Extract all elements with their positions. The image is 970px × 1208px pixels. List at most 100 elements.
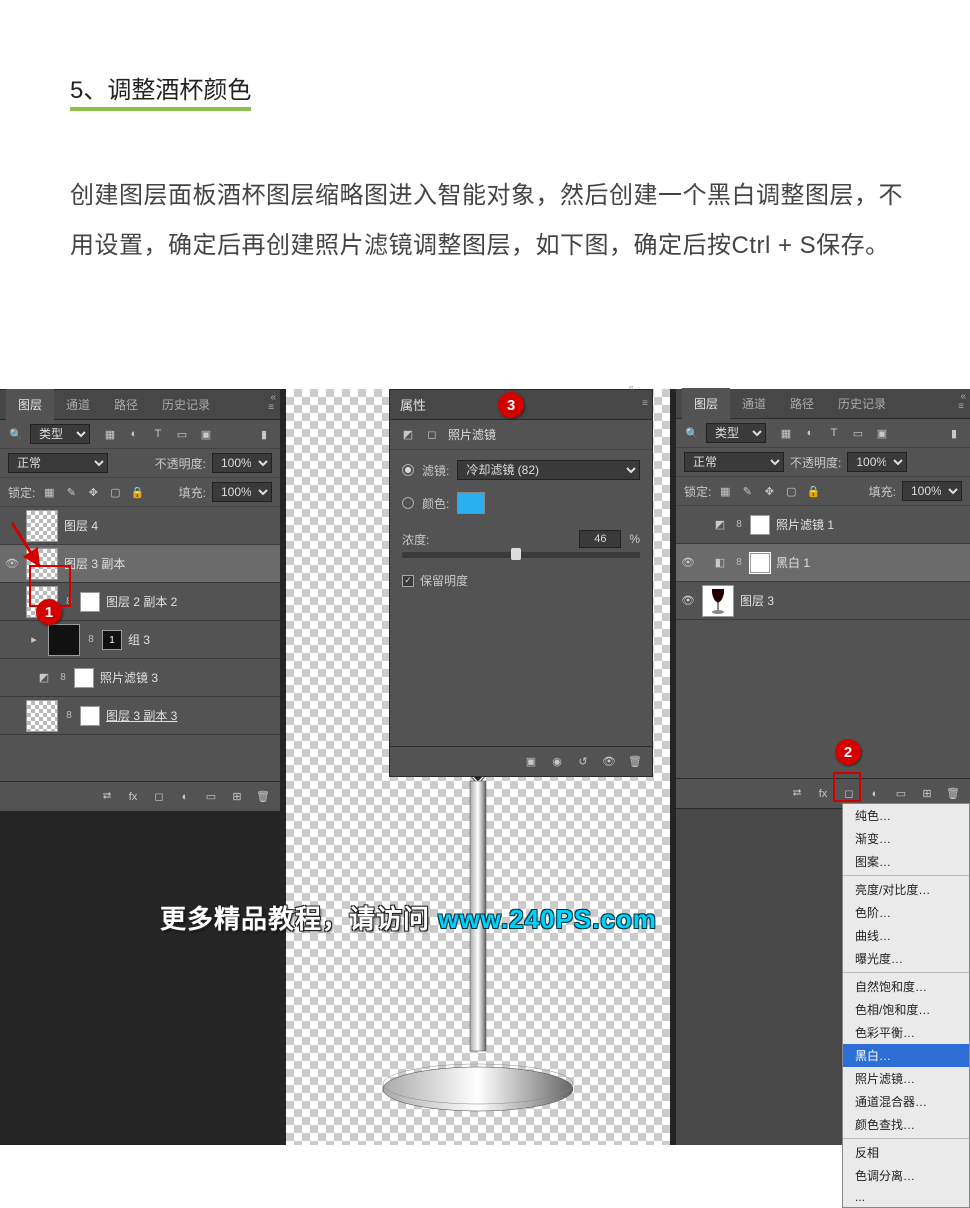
filter-image-icon[interactable]: ▦ — [778, 425, 794, 441]
menu-item[interactable]: 色调分离… — [843, 1164, 969, 1187]
layer-item[interactable]: 8 图层 3 副本 3 — [0, 697, 280, 735]
menu-item[interactable]: 反相 — [843, 1141, 969, 1164]
fx-icon[interactable]: fx — [816, 787, 830, 801]
filter-shape-icon[interactable]: ▭ — [174, 426, 190, 442]
menu-item[interactable]: 渐变… — [843, 827, 969, 850]
mask-thumbnail[interactable] — [80, 592, 100, 612]
lock-all-icon[interactable]: 🔒 — [129, 484, 145, 500]
adjustment-layer-icon[interactable]: ◐ — [178, 790, 192, 804]
density-value[interactable]: 46 — [579, 530, 621, 548]
filter-toggle-icon[interactable]: ▮ — [946, 425, 962, 441]
lock-artboard-icon[interactable]: ▢ — [107, 484, 123, 500]
tab-paths[interactable]: 路径 — [778, 388, 826, 419]
menu-item[interactable]: 色相/饱和度… — [843, 998, 969, 1021]
lock-all-icon[interactable]: 🔒 — [805, 483, 821, 499]
layer-name[interactable]: 照片滤镜 1 — [776, 516, 834, 533]
layer-item[interactable]: ◩ 8 照片滤镜 1 — [676, 506, 970, 544]
mask-icon[interactable]: ◻ — [424, 427, 440, 443]
mask-thumbnail[interactable] — [80, 706, 100, 726]
menu-item[interactable]: 自然饱和度… — [843, 975, 969, 998]
link-layers-icon[interactable]: ⮂ — [790, 787, 804, 801]
slider-thumb[interactable] — [511, 548, 521, 560]
reset-icon[interactable]: ↺ — [576, 755, 590, 769]
tab-channels[interactable]: 通道 — [730, 388, 778, 419]
filter-type-select[interactable]: 类型 — [30, 424, 90, 444]
collapse-icon[interactable]: « — [628, 382, 634, 393]
menu-item[interactable]: 曝光度… — [843, 947, 969, 970]
delete-icon[interactable]: 🗑 — [628, 755, 642, 769]
blend-mode-select[interactable]: 正常 — [8, 453, 108, 473]
filter-toggle-icon[interactable]: ▮ — [256, 426, 272, 442]
layer-name[interactable]: 图层 3 副本 — [64, 555, 125, 572]
filter-text-icon[interactable]: T — [826, 425, 842, 441]
menu-item[interactable]: 通道混合器… — [843, 1090, 969, 1113]
menu-item[interactable]: 图案… — [843, 850, 969, 873]
color-swatch[interactable] — [457, 492, 485, 514]
filter-shape-icon[interactable]: ▭ — [850, 425, 866, 441]
lock-pixels-icon[interactable]: ▦ — [41, 484, 57, 500]
filter-select[interactable]: 冷却滤镜 (82) — [457, 460, 640, 480]
clip-icon[interactable]: ▣ — [524, 755, 538, 769]
opacity-select[interactable]: 100% — [212, 453, 272, 473]
layer-thumbnail[interactable] — [702, 585, 734, 617]
lock-pixels-icon[interactable]: ▦ — [717, 483, 733, 499]
link-layers-icon[interactable]: ⮂ — [100, 790, 114, 804]
fill-select[interactable]: 100% — [902, 481, 962, 501]
filter-smart-icon[interactable]: ▣ — [874, 425, 890, 441]
layer-item-selected[interactable]: 👁 ◧ 8 黑白 1 — [676, 544, 970, 582]
menu-item[interactable]: 曲线… — [843, 924, 969, 947]
filter-text-icon[interactable]: T — [150, 426, 166, 442]
menu-item[interactable]: 纯色… — [843, 804, 969, 827]
tab-paths[interactable]: 路径 — [102, 389, 150, 420]
panel-menu-icon[interactable]: ≡ — [642, 398, 648, 409]
tab-channels[interactable]: 通道 — [54, 389, 102, 420]
radio-color[interactable] — [402, 497, 414, 509]
filter-type-select[interactable]: 类型 — [706, 423, 766, 443]
new-layer-icon[interactable]: ⊞ — [920, 787, 934, 801]
layer-thumbnail[interactable] — [26, 700, 58, 732]
visibility-icon[interactable] — [4, 632, 20, 648]
lock-brush-icon[interactable]: ✎ — [739, 483, 755, 499]
menu-item[interactable]: 颜色查找… — [843, 1113, 969, 1136]
layer-name[interactable]: 图层 3 副本 3 — [106, 707, 177, 724]
view-previous-icon[interactable]: ◉ — [550, 755, 564, 769]
group-icon[interactable]: ▭ — [894, 787, 908, 801]
radio-filter[interactable] — [402, 464, 414, 476]
tab-layers[interactable]: 图层 — [682, 388, 730, 419]
layer-name[interactable]: 组 3 — [128, 631, 150, 648]
new-layer-icon[interactable]: ⊞ — [230, 790, 244, 804]
fx-icon[interactable]: fx — [126, 790, 140, 804]
visibility-icon[interactable] — [4, 670, 20, 686]
tab-history[interactable]: 历史记录 — [826, 388, 898, 419]
visibility-icon[interactable]: 👁 — [680, 593, 696, 609]
visibility-icon[interactable]: 👁 — [680, 555, 696, 571]
filter-adjust-icon[interactable]: ◐ — [126, 426, 142, 442]
visibility-icon[interactable] — [4, 594, 20, 610]
layer-name[interactable]: 图层 4 — [64, 517, 98, 534]
opacity-select[interactable]: 100% — [847, 452, 907, 472]
lock-brush-icon[interactable]: ✎ — [63, 484, 79, 500]
menu-item-highlighted[interactable]: 黑白… — [843, 1044, 969, 1067]
layer-name[interactable]: 黑白 1 — [776, 554, 810, 571]
mask-thumbnail[interactable] — [750, 515, 770, 535]
group-thumbnail[interactable] — [48, 624, 80, 656]
filter-adjust-icon[interactable]: ◐ — [802, 425, 818, 441]
filter-smart-icon[interactable]: ▣ — [198, 426, 214, 442]
mask-icon[interactable]: ◻ — [152, 790, 166, 804]
group-icon[interactable]: ▭ — [204, 790, 218, 804]
density-slider[interactable] — [402, 552, 640, 558]
visibility-icon[interactable] — [4, 708, 20, 724]
lock-position-icon[interactable]: ✥ — [761, 483, 777, 499]
filter-image-icon[interactable]: ▦ — [102, 426, 118, 442]
lock-artboard-icon[interactable]: ▢ — [783, 483, 799, 499]
adjustment-layer-icon[interactable]: ◐ — [868, 787, 882, 801]
mask-thumbnail[interactable] — [750, 553, 770, 573]
layer-name[interactable]: 图层 3 — [740, 592, 774, 609]
menu-item[interactable]: 色阶… — [843, 901, 969, 924]
layer-item[interactable]: ◩ 8 照片滤镜 3 — [0, 659, 280, 697]
delete-icon[interactable]: 🗑 — [256, 790, 270, 804]
layer-item[interactable]: 👁 图层 3 — [676, 582, 970, 620]
toggle-visibility-icon[interactable]: 👁 — [602, 755, 616, 769]
visibility-icon[interactable] — [680, 517, 696, 533]
delete-icon[interactable]: 🗑 — [946, 787, 960, 801]
